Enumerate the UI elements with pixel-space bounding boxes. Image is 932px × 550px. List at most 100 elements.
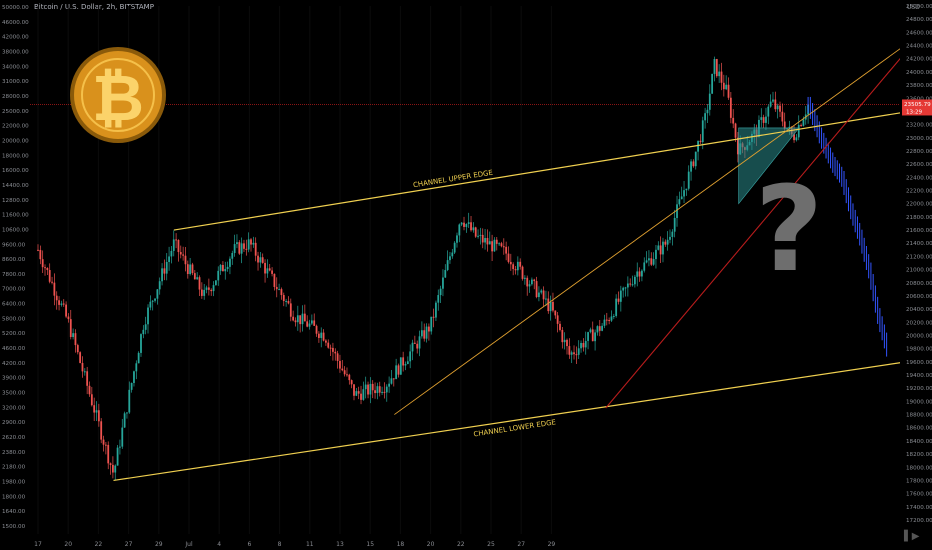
candle-body [708,93,711,110]
candle-body [767,106,770,117]
x-axis-label: 22 [457,541,465,548]
candle-body [402,357,405,366]
candle-body [643,262,646,271]
candle-body [650,258,653,265]
candle-body [610,316,613,321]
candle-body [460,222,463,225]
candle-body [65,304,67,317]
candle-body [137,352,140,364]
candle-body [48,270,51,282]
candle-body [598,326,601,331]
left-axis-label: 3900.00 [2,376,26,382]
candle-body [273,273,276,287]
right-axis-label: 24000.00 [906,70,932,76]
countdown: 13:29 [906,109,923,115]
candle-body [83,371,86,373]
tradingview-logo-icon: ▌▶ [904,531,920,542]
candle-body [423,330,426,339]
time-axis[interactable]: 17 20 22 27 29 Jul 4 6 8 11 13 15 18 20 22 25 27 29 [34,541,555,548]
candle-body [575,354,578,356]
candle-body [584,340,587,348]
right-axis-label: 19400.00 [906,373,932,379]
candle-body [444,270,447,278]
candle-body [601,325,604,331]
candle-body [69,319,72,338]
candle-body [165,261,168,274]
candle-body [385,386,388,393]
candle-body [156,289,159,299]
candle-body [217,270,220,281]
left-axis-label: 31000.00 [2,79,29,85]
candle-body [605,319,608,321]
right-axis-label: 18400.00 [906,439,932,445]
candle-body [378,386,381,393]
left-axis-label: 4200.00 [2,361,26,367]
candle-body [76,345,79,353]
candle-body [631,284,634,286]
candle-body [622,287,625,291]
candle-body [289,303,292,317]
right-axis-label: 21400.00 [906,241,932,247]
candle-body [245,248,248,250]
left-axis-label: 25000.00 [2,109,29,115]
x-axis-label: 17 [34,541,42,548]
candle-body [343,370,346,375]
right-axis-label: 18000.00 [906,465,932,471]
channel-lower-line [113,357,932,482]
candle-body [781,111,784,122]
candle-body [90,394,93,406]
candle-body [542,290,545,300]
candle-body [97,410,100,422]
candle-body [418,336,421,349]
candle-body [706,109,709,114]
candle-body [207,287,210,290]
candle-body [451,252,454,257]
right-axis-label: 20800.00 [906,281,932,287]
candle-body [310,320,313,324]
candle-body [175,239,178,241]
left-price-axis: 50000.00 46000.00 42000.00 38000.00 34000.00… [2,5,29,530]
candle-body [86,371,89,386]
candle-body [406,361,409,364]
candle-body [144,324,147,330]
candle-body [119,446,121,448]
left-axis-label: 1500.00 [2,524,26,530]
right-price-axis[interactable]: USD25000.0024800.0024600.0024400.0024200… [900,0,932,550]
left-axis-label: 5800.00 [2,316,26,322]
candle-body [533,279,536,282]
candle-body [112,464,114,473]
candle-body [126,412,128,414]
candle-body [226,266,229,270]
candle-body [683,190,685,197]
left-axis-label: 28000.00 [2,94,29,100]
candle-body [93,405,96,413]
left-axis-label: 2620.00 [2,435,26,441]
candle-body [236,242,238,245]
candle-body [526,277,529,287]
candle-body [107,444,110,464]
candle-body [765,116,767,123]
left-axis-label: 42000.00 [2,35,29,41]
candle-body [760,117,763,120]
x-axis-label: 27 [517,541,525,548]
price-chart[interactable]: CHANNEL UPPER EDGE CHANNEL LOWER EDGE ₿ ?… [0,0,932,550]
candle-body [46,267,49,271]
candle-body [271,270,273,274]
x-axis-label: 15 [366,541,374,548]
candle-body [467,222,470,224]
candle-body [336,353,339,361]
candle-body [39,249,42,260]
candle-body [186,264,189,275]
candle-body [530,279,533,285]
candle-body [200,289,203,296]
candle-body [397,365,400,375]
candle-body [711,73,714,94]
left-axis-label: 3500.00 [2,391,26,397]
candle-body [594,332,596,342]
candle-body [678,199,681,205]
x-axis-label: 11 [306,541,314,548]
channel-upper-label: CHANNEL UPPER EDGE [413,169,494,190]
candle-body [481,234,484,243]
candle-body [519,261,522,267]
candle-body [371,383,374,391]
